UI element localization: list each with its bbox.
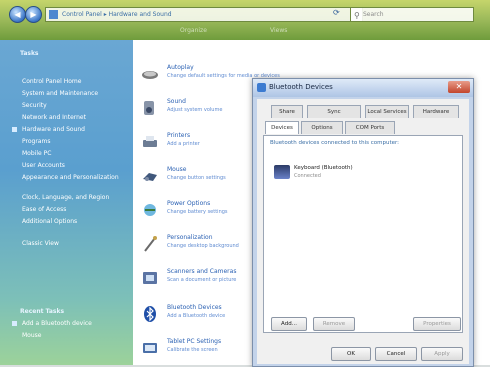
- tab-com-ports[interactable]: COM Ports: [345, 121, 395, 134]
- ok-button[interactable]: OK: [331, 347, 371, 361]
- autoplay-icon: [142, 71, 158, 79]
- recent-task-mouse[interactable]: Mouse: [22, 332, 41, 339]
- tab-sync[interactable]: Sync: [307, 105, 361, 118]
- mouse-icon: [143, 173, 157, 181]
- category-title: Scanners and Cameras: [167, 268, 237, 275]
- recent-task-bluetooth[interactable]: Add a Bluetooth device: [22, 320, 92, 327]
- sidebar-item-appearance[interactable]: Appearance and Personalization: [22, 174, 119, 181]
- sidebar-item-additional[interactable]: Additional Options: [22, 218, 77, 225]
- device-list-item[interactable]: Keyboard (Bluetooth) Connected: [274, 164, 424, 184]
- task-pane-header: Tasks: [20, 50, 39, 57]
- toolbar: Organize Views: [0, 23, 490, 40]
- sidebar-item-home[interactable]: Control Panel Home: [22, 78, 81, 85]
- sidebar-item-network[interactable]: Network and Internet: [22, 114, 86, 121]
- sound-icon: [144, 101, 154, 115]
- sidebar-item-clock[interactable]: Clock, Language, and Region: [22, 194, 109, 201]
- category-title: Printers: [167, 132, 191, 139]
- category-power[interactable]: Power Options Change battery settings: [141, 198, 261, 222]
- sidebar-item-ease[interactable]: Ease of Access: [22, 206, 66, 213]
- tab-devices[interactable]: Devices: [265, 121, 299, 134]
- tab-share[interactable]: Share: [271, 105, 303, 118]
- bluetooth-icon: [257, 83, 266, 92]
- device-status: Connected: [294, 173, 321, 179]
- search-placeholder: Search: [363, 11, 384, 18]
- category-title: Mouse: [167, 166, 187, 173]
- control-panel-icon: [49, 10, 58, 19]
- current-section-marker: [12, 127, 17, 132]
- sidebar-item-security[interactable]: Security: [22, 102, 47, 109]
- personalization-icon: [144, 236, 157, 252]
- address-path: Control Panel ▸ Hardware and Sound: [62, 11, 172, 18]
- recent-tasks-header: Recent Tasks: [20, 308, 65, 315]
- tab-hardware[interactable]: Hardware: [413, 105, 459, 118]
- sidebar-item-classic[interactable]: Classic View: [22, 240, 59, 247]
- category-title: Sound: [167, 98, 186, 105]
- dialog-body: Share Sync Local Services Hardware Devic…: [257, 99, 469, 364]
- apply-button[interactable]: Apply: [421, 347, 463, 361]
- properties-button[interactable]: Properties: [413, 317, 461, 331]
- category-bluetooth[interactable]: Bluetooth Devices Add a Bluetooth device: [141, 302, 261, 326]
- category-title: Tablet PC Settings: [167, 338, 222, 345]
- back-button[interactable]: ◀: [9, 6, 26, 23]
- category-subtitle: Add a Bluetooth device: [167, 313, 226, 319]
- category-subtitle: Add a printer: [167, 141, 200, 147]
- cancel-button[interactable]: Cancel: [375, 347, 417, 361]
- toolbar-organize[interactable]: Organize: [180, 27, 207, 34]
- devices-hint: Bluetooth devices connected to this comp…: [270, 140, 400, 146]
- recent-task-icon: [12, 321, 17, 326]
- task-pane: Tasks Control Panel Home System and Main…: [0, 40, 133, 365]
- category-title: Autoplay: [167, 64, 194, 71]
- toolbar-views[interactable]: Views: [270, 27, 287, 34]
- tab-options[interactable]: Options: [301, 121, 343, 134]
- tab-local-services[interactable]: Local Services: [365, 105, 409, 118]
- devices-panel: Bluetooth devices connected to this comp…: [263, 135, 463, 333]
- search-input[interactable]: ⚲ Search: [350, 7, 474, 22]
- scanner-icon: [143, 272, 157, 284]
- sidebar-item-mobile[interactable]: Mobile PC: [22, 150, 51, 157]
- category-autoplay[interactable]: Autoplay Change default settings for med…: [141, 62, 280, 86]
- category-title: Power Options: [167, 200, 211, 207]
- category-subtitle: Change desktop background: [167, 243, 239, 249]
- search-icon: ⚲: [354, 11, 360, 20]
- dialog-titlebar[interactable]: Bluetooth Devices ✕: [253, 79, 473, 97]
- category-subtitle: Change battery settings: [167, 209, 228, 215]
- device-name: Keyboard (Bluetooth): [294, 165, 353, 171]
- category-printers[interactable]: Printers Add a printer: [141, 130, 261, 154]
- category-title: Bluetooth Devices: [167, 304, 222, 311]
- category-subtitle: Scan a document or picture: [167, 277, 237, 283]
- remove-button[interactable]: Remove: [313, 317, 355, 331]
- category-personalization[interactable]: Personalization Change desktop backgroun…: [141, 232, 261, 256]
- category-title: Personalization: [167, 234, 213, 241]
- category-tablet[interactable]: Tablet PC Settings Calibrate the screen: [141, 336, 261, 360]
- sidebar-item-system[interactable]: System and Maintenance: [22, 90, 98, 97]
- address-bar[interactable]: Control Panel ▸ Hardware and Sound: [45, 7, 363, 22]
- bluetooth-dialog: Bluetooth Devices ✕ Share Sync Local Ser…: [252, 78, 474, 367]
- forward-button[interactable]: ▶: [25, 6, 42, 23]
- window-titlebar: ◀ ▶ Control Panel ▸ Hardware and Sound ⟳…: [0, 0, 490, 40]
- sidebar-item-accounts[interactable]: User Accounts: [22, 162, 65, 169]
- power-icon: [144, 204, 156, 216]
- category-mouse[interactable]: Mouse Change button settings: [141, 164, 261, 188]
- sidebar-item-hardware[interactable]: Hardware and Sound: [22, 126, 85, 133]
- keyboard-icon: [274, 165, 290, 179]
- refresh-icon[interactable]: ⟳: [333, 8, 340, 17]
- printer-icon: [143, 136, 157, 147]
- add-button[interactable]: Add...: [271, 317, 307, 331]
- bluetooth-icon: [144, 306, 156, 322]
- sidebar-item-programs[interactable]: Programs: [22, 138, 50, 145]
- category-subtitle: Change button settings: [167, 175, 226, 181]
- category-sound[interactable]: Sound Adjust system volume: [141, 96, 261, 120]
- dialog-title: Bluetooth Devices: [269, 83, 333, 91]
- close-button[interactable]: ✕: [448, 81, 470, 93]
- category-scanners[interactable]: Scanners and Cameras Scan a document or …: [141, 266, 261, 290]
- category-subtitle: Calibrate the screen: [167, 347, 218, 353]
- tablet-icon: [143, 343, 157, 353]
- category-subtitle: Adjust system volume: [167, 107, 223, 113]
